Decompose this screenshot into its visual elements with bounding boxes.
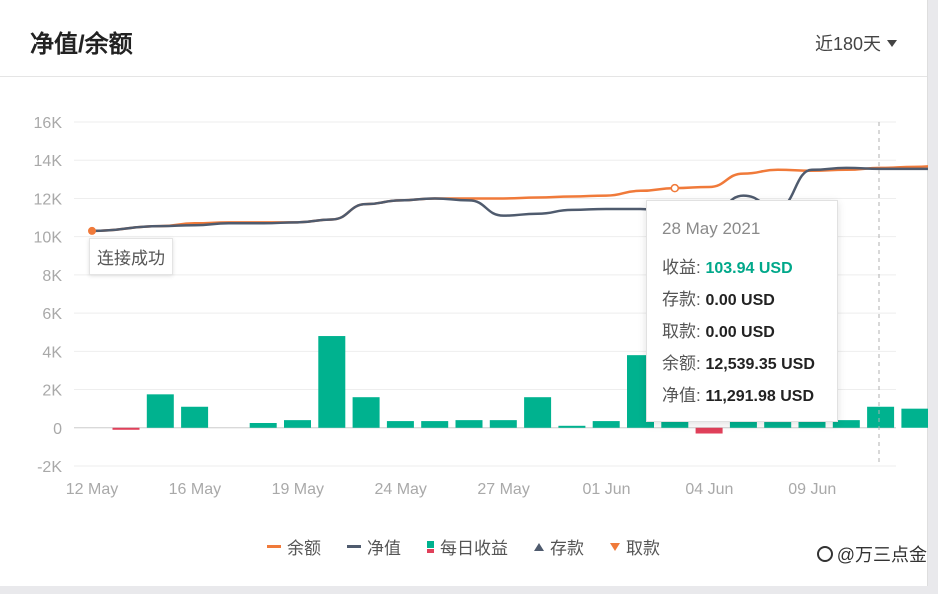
- y-tick-label: 10K: [34, 230, 63, 247]
- profit-bar: [181, 406, 209, 428]
- profit-bar: [284, 420, 311, 428]
- tooltip-row-withdraw: 取款: 0.00 USD: [662, 316, 837, 348]
- tooltip-value: 0.00 USD: [705, 324, 775, 341]
- watermark-text: @万三点金: [836, 545, 927, 565]
- watermark-logo-icon: [816, 546, 833, 562]
- y-tick-label: 12K: [34, 191, 63, 208]
- x-tick-label: 01 Jun: [582, 481, 630, 498]
- profit-bar: [318, 336, 346, 428]
- x-tick-label: 19 May: [272, 481, 324, 498]
- watermark: @万三点金: [816, 541, 927, 567]
- legend-item-deposit[interactable]: 存款: [534, 534, 584, 559]
- legend-label: 每日收益: [440, 539, 508, 558]
- profit-bar: [695, 427, 723, 434]
- profit-bar: [112, 427, 140, 430]
- line-swatch-icon: [347, 545, 361, 548]
- legend-item-net[interactable]: 净值: [347, 534, 401, 559]
- profit-bar: [249, 423, 277, 428]
- legend-item-balance[interactable]: 余额: [267, 534, 321, 559]
- profit-bar: [592, 421, 620, 428]
- triangle-down-icon: [610, 542, 620, 551]
- legend-label: 净值: [367, 539, 401, 558]
- tooltip-label: 收益:: [662, 258, 701, 277]
- legend-label: 存款: [550, 539, 584, 558]
- tooltip-value: 12,539.35 USD: [705, 356, 815, 373]
- profit-bar: [455, 420, 483, 428]
- profit-bar: [764, 422, 792, 428]
- x-tick-label: 04 Jun: [685, 481, 733, 498]
- y-tick-label: 2K: [42, 383, 62, 400]
- tooltip-label: 取款:: [662, 322, 701, 341]
- y-tick-label: 8K: [42, 268, 62, 285]
- tooltip-label: 净值:: [662, 386, 701, 405]
- profit-bar: [867, 406, 895, 428]
- y-tick-label: -2K: [37, 459, 62, 476]
- chart-tooltip: 28 May 2021 收益: 103.94 USD 存款: 0.00 USD …: [646, 200, 838, 422]
- tooltip-value: 0.00 USD: [705, 292, 775, 309]
- legend-label: 余额: [287, 539, 321, 558]
- tooltip-row-deposit: 存款: 0.00 USD: [662, 284, 837, 316]
- net-balance-card: 净值/余额 近180天 -2K 0 2K 4K 6K 8K 10K 12K 14K 16K 12 M…: [0, 0, 928, 586]
- tooltip-label: 余额:: [662, 354, 701, 373]
- profit-bar: [146, 394, 174, 428]
- triangle-up-icon: [534, 542, 544, 551]
- legend-item-daily-profit[interactable]: 每日收益: [427, 534, 508, 559]
- x-tick-label: 16 May: [169, 481, 221, 498]
- bar-swatch-icon: [427, 540, 434, 553]
- legend-item-withdraw[interactable]: 取款: [610, 534, 660, 559]
- start-marker: [88, 226, 96, 235]
- x-tick-label: 09 Jun: [788, 481, 836, 498]
- tooltip-row-balance: 余额: 12,539.35 USD: [662, 348, 837, 380]
- tooltip-label: 存款:: [662, 290, 701, 309]
- y-tick-label: 4K: [42, 344, 62, 361]
- y-tick-label: 0: [53, 421, 62, 438]
- profit-bar: [421, 421, 449, 428]
- profit-bar: [901, 408, 928, 428]
- y-tick-label: 14K: [34, 153, 63, 170]
- x-tick-label: 27 May: [477, 481, 529, 498]
- y-tick-label: 16K: [34, 115, 63, 132]
- legend-label: 取款: [626, 539, 660, 558]
- x-tick-label: 12 May: [66, 481, 118, 498]
- chart-legend: 余额 净值 每日收益 存款 取款: [0, 534, 927, 559]
- x-tick-label: 24 May: [374, 481, 426, 498]
- tooltip-date: 28 May 2021: [662, 219, 761, 238]
- profit-bar: [386, 421, 414, 428]
- connection-annotation: 连接成功: [89, 238, 173, 275]
- tooltip-value: 103.94 USD: [705, 260, 793, 277]
- line-swatch-icon: [267, 545, 281, 548]
- profit-bar: [729, 421, 757, 428]
- tooltip-row-profit: 收益: 103.94 USD: [662, 252, 837, 284]
- profit-bar: [524, 397, 552, 428]
- profit-bar: [558, 425, 586, 428]
- tooltip-value: 11,291.98 USD: [705, 388, 814, 405]
- hover-marker: [670, 183, 680, 193]
- profit-bar: [489, 420, 517, 428]
- profit-bar: [798, 421, 826, 428]
- profit-bar: [352, 397, 380, 428]
- y-tick-label: 6K: [42, 306, 62, 323]
- tooltip-row-net: 净值: 11,291.98 USD: [662, 380, 837, 412]
